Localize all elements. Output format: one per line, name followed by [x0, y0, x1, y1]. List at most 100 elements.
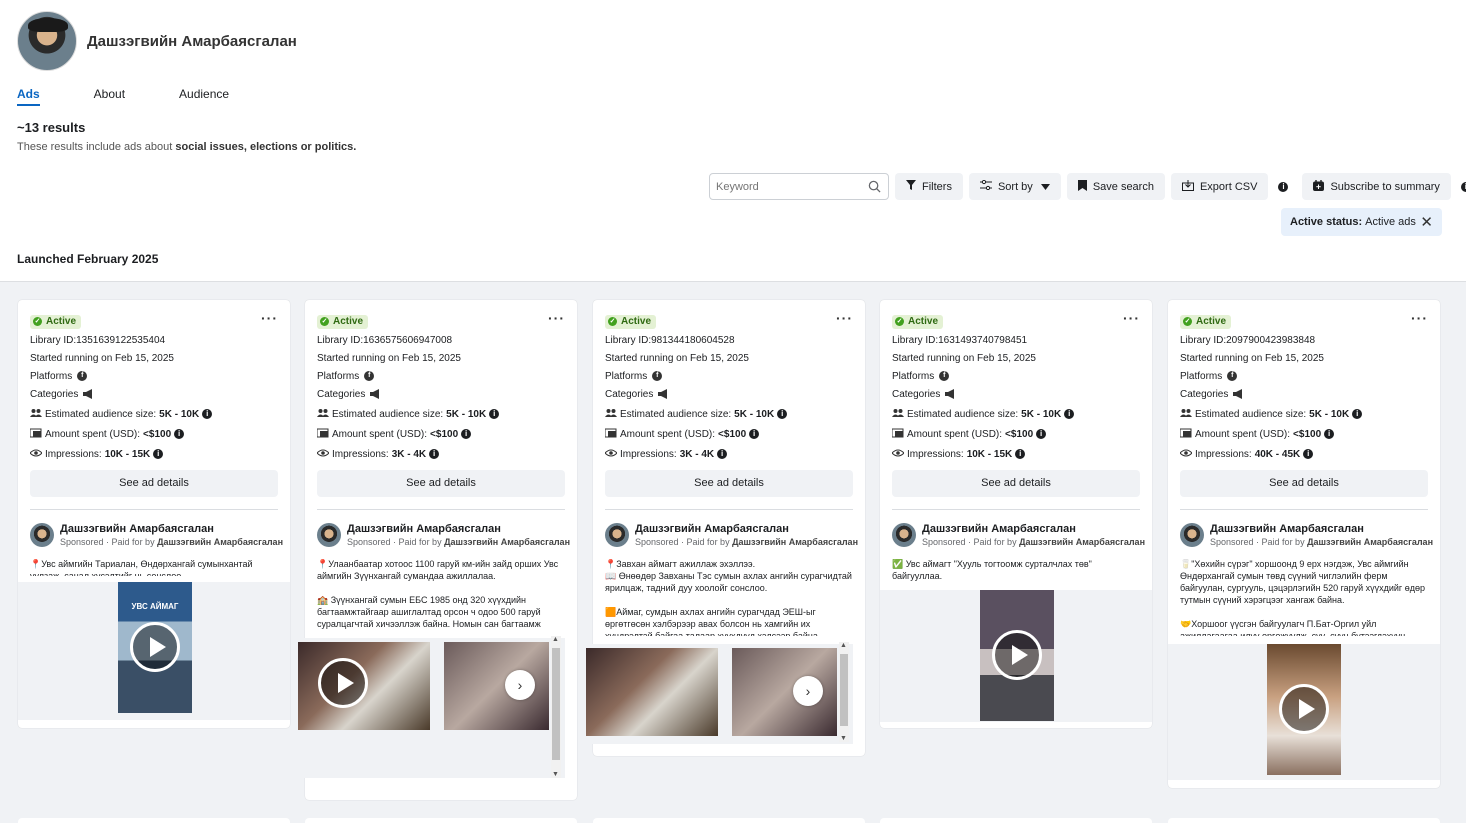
see-ad-details-button[interactable]: See ad details	[317, 469, 565, 497]
scroll-down-icon[interactable]: ▼	[552, 771, 559, 778]
filters-button[interactable]: Filters	[895, 173, 963, 200]
export-icon	[1181, 179, 1194, 194]
tab-audience[interactable]: Audience	[179, 87, 229, 106]
audience-value: 5K - 10K	[734, 408, 775, 420]
info-icon[interactable]: i	[1324, 429, 1335, 439]
export-csv-button[interactable]: Export CSV	[1170, 173, 1269, 200]
advertiser-avatar[interactable]	[605, 522, 629, 547]
more-options-icon[interactable]: ···	[261, 310, 278, 326]
info-icon[interactable]: i	[749, 429, 760, 439]
info-icon[interactable]: i	[1064, 409, 1075, 419]
sponsored-label: Sponsored	[60, 536, 104, 547]
impressions-row: Impressions: 3K - 4K i	[316, 448, 565, 461]
scrollbar-thumb[interactable]	[840, 653, 848, 726]
info-icon[interactable]: i	[174, 429, 185, 439]
info-icon[interactable]: i	[717, 449, 728, 459]
scroll-down-icon[interactable]: ▼	[840, 735, 847, 742]
advertiser-avatar[interactable]	[1180, 522, 1204, 547]
see-ad-details-button[interactable]: See ad details	[30, 469, 278, 497]
advertiser-avatar[interactable]	[892, 522, 916, 547]
info-icon[interactable]: i	[429, 449, 440, 459]
info-icon[interactable]: i	[1015, 449, 1026, 459]
sponsored-line: Sponsored · Paid for by Дашзэгвийн Амарб…	[922, 537, 1145, 547]
chevron-right-icon[interactable]: ›	[793, 675, 823, 706]
play-icon[interactable]	[992, 629, 1042, 680]
scroll-up-icon[interactable]: ▲	[840, 642, 847, 649]
ad-header: Дашзэгвийн Амарбаясгалан Sponsored · Paid…	[605, 522, 858, 547]
profile-avatar[interactable]	[17, 11, 77, 71]
info-icon[interactable]: i	[489, 409, 500, 419]
profile-name[interactable]: Дашзэгвийн Амарбаясгалан	[87, 33, 297, 50]
audience-row: Estimated audience size: 5K - 10K i	[892, 408, 1140, 421]
megaphone-icon	[945, 389, 955, 399]
advertiser-name[interactable]: Дашзэгвийн Амарбаясгалан	[635, 523, 858, 535]
advertiser-avatar[interactable]	[30, 522, 54, 547]
tab-ads[interactable]: Ads	[17, 87, 40, 106]
people-icon	[892, 408, 904, 420]
sort-button[interactable]: Sort by	[968, 173, 1061, 200]
ad-card-summary: ✓ Active ··· Library ID: 981344180604528 Sta…	[593, 300, 865, 510]
see-ad-details-button[interactable]: See ad details	[892, 469, 1140, 497]
advertiser-avatar[interactable]	[317, 522, 341, 547]
info-icon[interactable]: i	[777, 409, 788, 419]
library-id-value: 2097900423983848	[1226, 334, 1316, 346]
play-icon[interactable]	[318, 657, 368, 708]
sponsored-line: Sponsored · Paid for by Дашзэгвийн Амарб…	[60, 537, 283, 547]
close-icon[interactable]: ✕	[1420, 213, 1433, 231]
subscribe-info-icon[interactable]: i	[1460, 181, 1466, 192]
subscribe-button[interactable]: Subscribe to summary	[1302, 173, 1451, 200]
search-box[interactable]	[709, 173, 889, 200]
play-icon[interactable]	[1279, 683, 1329, 734]
status-badge: ✓ Active	[1180, 314, 1232, 329]
advertiser-name[interactable]: Дашзэгвийн Амарбаясгалан	[922, 523, 1145, 535]
info-icon[interactable]: i	[1303, 449, 1314, 459]
subscribe-label: Subscribe to summary	[1330, 180, 1440, 193]
info-icon[interactable]: i	[1036, 429, 1047, 439]
info-icon[interactable]: i	[1352, 409, 1363, 419]
facebook-icon: f	[939, 371, 950, 381]
audience-value: 5K - 10K	[159, 408, 200, 420]
advertiser-name[interactable]: Дашзэгвийн Амарбаясгалан	[60, 523, 283, 535]
info-icon[interactable]: i	[202, 409, 213, 419]
more-options-icon[interactable]: ···	[836, 310, 853, 326]
next-row-card	[880, 818, 1152, 823]
scroll-up-icon[interactable]: ▲	[552, 636, 559, 643]
ad-preview: Дашзэгвийн Амарбаясгалан Sponsored · Paid…	[305, 510, 577, 630]
more-options-icon[interactable]: ···	[1123, 310, 1140, 326]
ad-body-text: ✅ Увс аймагт "Хууль тогтоомж сурталчлах …	[892, 558, 1092, 581]
chevron-right-icon[interactable]: ›	[505, 669, 535, 700]
search-icon[interactable]	[868, 180, 882, 194]
advertiser-name[interactable]: Дашзэгвийн Амарбаясгалан	[347, 523, 570, 535]
people-icon	[605, 408, 617, 420]
ad-body-text: 📍Завхан аймагт ажиллаж эхэллээ. 📖 Өнөөдө…	[605, 558, 852, 636]
search-input[interactable]	[716, 180, 868, 193]
audience-value: 5K - 10K	[1021, 408, 1062, 420]
categories-label: Categories	[605, 388, 654, 400]
ad-body-text: 📍Увс аймгийн Тариалан, Өндөрхангай сумын…	[30, 558, 253, 576]
scrollbar[interactable]: ▲ ▼	[551, 635, 561, 778]
ad-preview: Дашзэгвийн Амарбаясгалан Sponsored · Paid…	[1168, 510, 1440, 636]
see-ad-details-button[interactable]: See ad details	[1180, 469, 1428, 497]
more-options-icon[interactable]: ···	[548, 310, 565, 326]
scrollbar-thumb[interactable]	[552, 647, 560, 760]
spent-row: Amount spent (USD): <$100 i	[1179, 428, 1428, 441]
tab-about[interactable]: About	[94, 87, 125, 106]
categories-label: Categories	[892, 388, 941, 400]
info-icon[interactable]: i	[461, 429, 472, 439]
library-id-value: 1636575606947008	[363, 334, 453, 346]
impressions-row: Impressions: 3K - 4K i	[604, 448, 853, 461]
play-icon[interactable]	[130, 621, 180, 672]
platforms-row: Platforms f	[30, 370, 278, 383]
export-info-icon[interactable]: i	[1278, 181, 1289, 192]
save-search-button[interactable]: Save search	[1066, 173, 1165, 200]
platforms-row: Platforms f	[317, 370, 565, 383]
sponsored-line: Sponsored · Paid for by Дашзэгвийн Амарб…	[635, 537, 858, 547]
info-icon[interactable]: i	[153, 449, 164, 459]
scrollbar[interactable]: ▲ ▼	[839, 641, 849, 742]
more-options-icon[interactable]: ···	[1411, 310, 1428, 326]
check-icon: ✓	[1183, 317, 1192, 326]
advertiser-name[interactable]: Дашзэгвийн Амарбаясгалан	[1210, 523, 1433, 535]
ad-header: Дашзэгвийн Амарбаясгалан Sponsored · Paid…	[1180, 522, 1433, 547]
see-ad-details-button[interactable]: See ad details	[605, 469, 853, 497]
check-icon: ✓	[320, 317, 329, 326]
